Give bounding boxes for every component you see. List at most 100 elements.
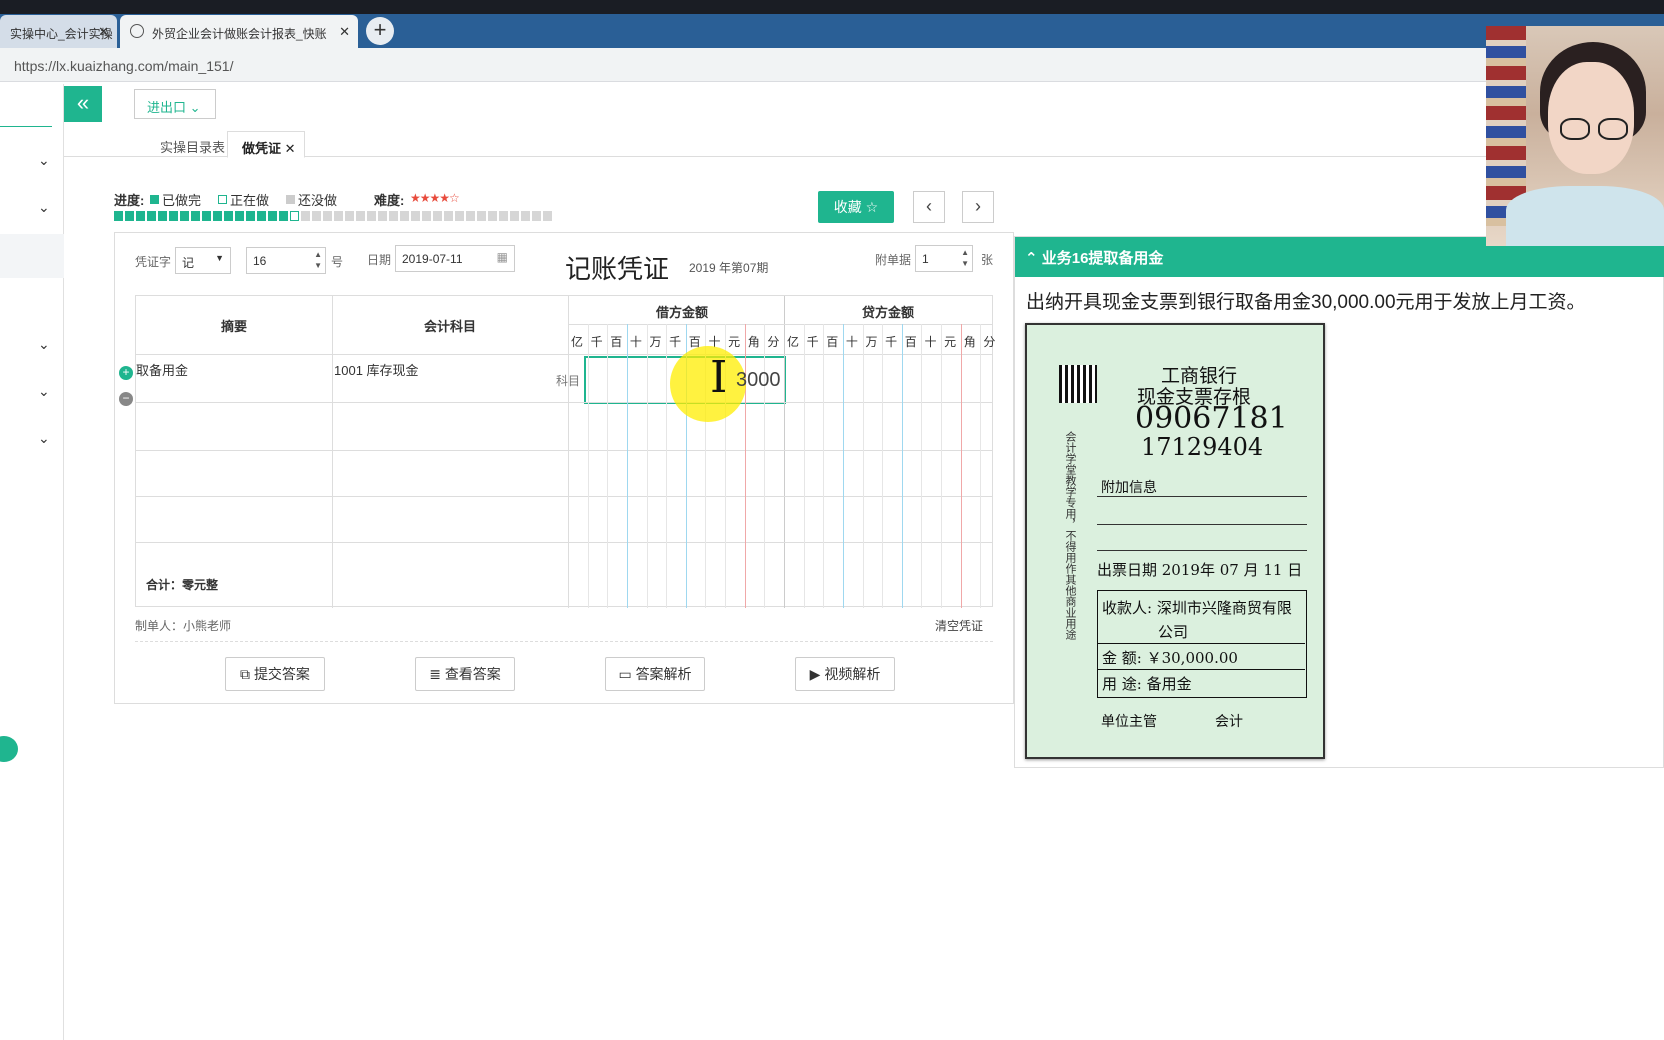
progress-step[interactable] xyxy=(532,211,541,221)
progress-step[interactable] xyxy=(312,211,321,221)
progress-step[interactable] xyxy=(114,211,123,221)
progress-step[interactable] xyxy=(202,211,211,221)
add-row-icon[interactable]: + xyxy=(119,366,133,380)
progress-step[interactable] xyxy=(477,211,486,221)
tab-voucher[interactable]: 做凭证 ✕ xyxy=(227,131,305,158)
next-button[interactable]: › xyxy=(962,191,994,223)
chevron-down-icon[interactable]: ⌄ xyxy=(38,430,50,446)
word-label: 凭证字 xyxy=(135,255,172,269)
sidebar-item-highlight[interactable] xyxy=(0,234,64,278)
video-analysis-button[interactable]: ▶ 视频解析 xyxy=(795,657,895,691)
clear-voucher-link[interactable]: 清空凭证 xyxy=(935,617,983,634)
progress-step[interactable] xyxy=(345,211,354,221)
chevron-down-icon[interactable]: ⌄ xyxy=(38,199,50,215)
tab-practice-center[interactable]: 实操中心_会计实操 ✕ xyxy=(0,15,117,48)
legend-done-label: 已做完 xyxy=(162,193,202,208)
progress-step[interactable] xyxy=(224,211,233,221)
calendar-icon[interactable]: ▦ xyxy=(497,250,508,264)
progress-step[interactable] xyxy=(235,211,244,221)
text-cursor-icon: I xyxy=(710,352,728,403)
column-divider xyxy=(332,296,333,608)
debit-amount-value: 3000 xyxy=(736,369,781,391)
attach-stepper[interactable]: 1 ▲ ▼ xyxy=(915,245,973,272)
row-divider xyxy=(136,402,992,403)
collapse-sidebar-button[interactable]: « xyxy=(64,86,102,122)
prev-button[interactable]: ‹ xyxy=(913,191,945,223)
number-stepper[interactable]: 16 ▲ ▼ xyxy=(246,247,326,274)
tab-catalog[interactable]: 实操目录表 xyxy=(146,131,226,158)
answer-analysis-button[interactable]: ▭ 答案解析 xyxy=(605,657,705,691)
close-icon[interactable]: ✕ xyxy=(339,24,350,40)
cheque-code2: 17129404 xyxy=(1141,433,1264,461)
progress-step[interactable] xyxy=(158,211,167,221)
progress-step[interactable] xyxy=(279,211,288,221)
external-link-icon: ⧉ xyxy=(240,666,251,682)
globe-icon xyxy=(130,24,144,38)
date-field[interactable]: 2019-07-11 ▦ xyxy=(395,245,515,272)
progress-step[interactable] xyxy=(510,211,519,221)
attach-suffix: 张 xyxy=(981,253,994,267)
progress-step[interactable] xyxy=(433,211,442,221)
view-answer-button[interactable]: ≣ 查看答案 xyxy=(415,657,515,691)
chevron-down-icon[interactable]: ⌄ xyxy=(38,383,50,399)
progress-step[interactable] xyxy=(213,211,222,221)
row1-summary[interactable]: 取备用金 xyxy=(136,360,188,379)
progress-step[interactable] xyxy=(180,211,189,221)
progress-step[interactable] xyxy=(334,211,343,221)
progress-step[interactable] xyxy=(455,211,464,221)
spinner-icon[interactable]: ▲ ▼ xyxy=(314,249,322,271)
progress-step[interactable] xyxy=(323,211,332,221)
favorite-button[interactable]: 收藏 ☆ xyxy=(818,191,894,223)
chevron-down-icon[interactable]: ⌄ xyxy=(38,152,50,168)
spinner-icon[interactable]: ▲ ▼ xyxy=(961,247,969,269)
progress-step[interactable] xyxy=(136,211,145,221)
progress-step[interactable] xyxy=(411,211,420,221)
business-title: 业务16提取备用金 xyxy=(1041,250,1164,267)
digit-divider xyxy=(764,324,766,608)
progress-step[interactable] xyxy=(125,211,134,221)
row1-account[interactable]: 1001 库存现金 xyxy=(334,360,419,379)
progress-step[interactable] xyxy=(488,211,497,221)
progress-step[interactable] xyxy=(246,211,255,221)
progress-step[interactable] xyxy=(147,211,156,221)
digit-header: 角 xyxy=(963,335,976,349)
progress-step[interactable] xyxy=(400,211,409,221)
browser-tab-bar: 实操中心_会计实操 ✕ 外贸企业会计做账会计报表_快账 ✕ xyxy=(0,14,1664,48)
status-dot[interactable] xyxy=(0,736,18,762)
submit-answer-button[interactable]: ⧉ 提交答案 xyxy=(225,657,325,691)
close-icon[interactable]: ✕ xyxy=(98,24,109,40)
progress-step[interactable] xyxy=(301,211,310,221)
difficulty-stars: ★★★★☆ xyxy=(410,191,460,205)
progress-step[interactable] xyxy=(290,211,299,221)
maker-label: 制单人：小熊老师 xyxy=(135,619,232,633)
cheque-payee2: 公司 xyxy=(1158,623,1189,641)
progress-step[interactable] xyxy=(466,211,475,221)
progress-step[interactable] xyxy=(268,211,277,221)
progress-step[interactable] xyxy=(389,211,398,221)
glasses-left xyxy=(1560,118,1590,140)
cheque-payee: 收款人: 深圳市兴隆商贸有限 xyxy=(1102,599,1292,617)
progress-step[interactable] xyxy=(169,211,178,221)
progress-step[interactable] xyxy=(378,211,387,221)
digit-divider xyxy=(666,324,668,608)
progress-step[interactable] xyxy=(257,211,266,221)
progress-step[interactable] xyxy=(521,211,530,221)
progress-step[interactable] xyxy=(543,211,552,221)
progress-step[interactable] xyxy=(444,211,453,221)
address-bar[interactable]: https://lx.kuaizhang.com/main_151/ xyxy=(0,48,1490,82)
close-icon[interactable]: ✕ xyxy=(285,141,296,156)
remove-row-icon[interactable]: − xyxy=(119,392,133,406)
url-text: https://lx.kuaizhang.com/main_151/ xyxy=(14,58,234,74)
progress-step[interactable] xyxy=(499,211,508,221)
progress-step[interactable] xyxy=(422,211,431,221)
chevron-down-icon[interactable]: ⌄ xyxy=(38,336,50,352)
progress-step[interactable] xyxy=(367,211,376,221)
category-dropdown[interactable]: 进出口 ⌄ xyxy=(134,89,216,119)
cheque-extra-info: 附加信息 xyxy=(1101,480,1157,496)
new-tab-button[interactable]: + xyxy=(366,17,394,45)
tab-accounting[interactable]: 外贸企业会计做账会计报表_快账 ✕ xyxy=(120,15,358,48)
voucher-table: 摘要 会计科目 借方金额 贷方金额 取备用金 1001 库存现金 科目 合计：零… xyxy=(135,295,995,608)
progress-step[interactable] xyxy=(191,211,200,221)
word-select[interactable]: 记 ▼ xyxy=(175,247,231,274)
progress-step[interactable] xyxy=(356,211,365,221)
